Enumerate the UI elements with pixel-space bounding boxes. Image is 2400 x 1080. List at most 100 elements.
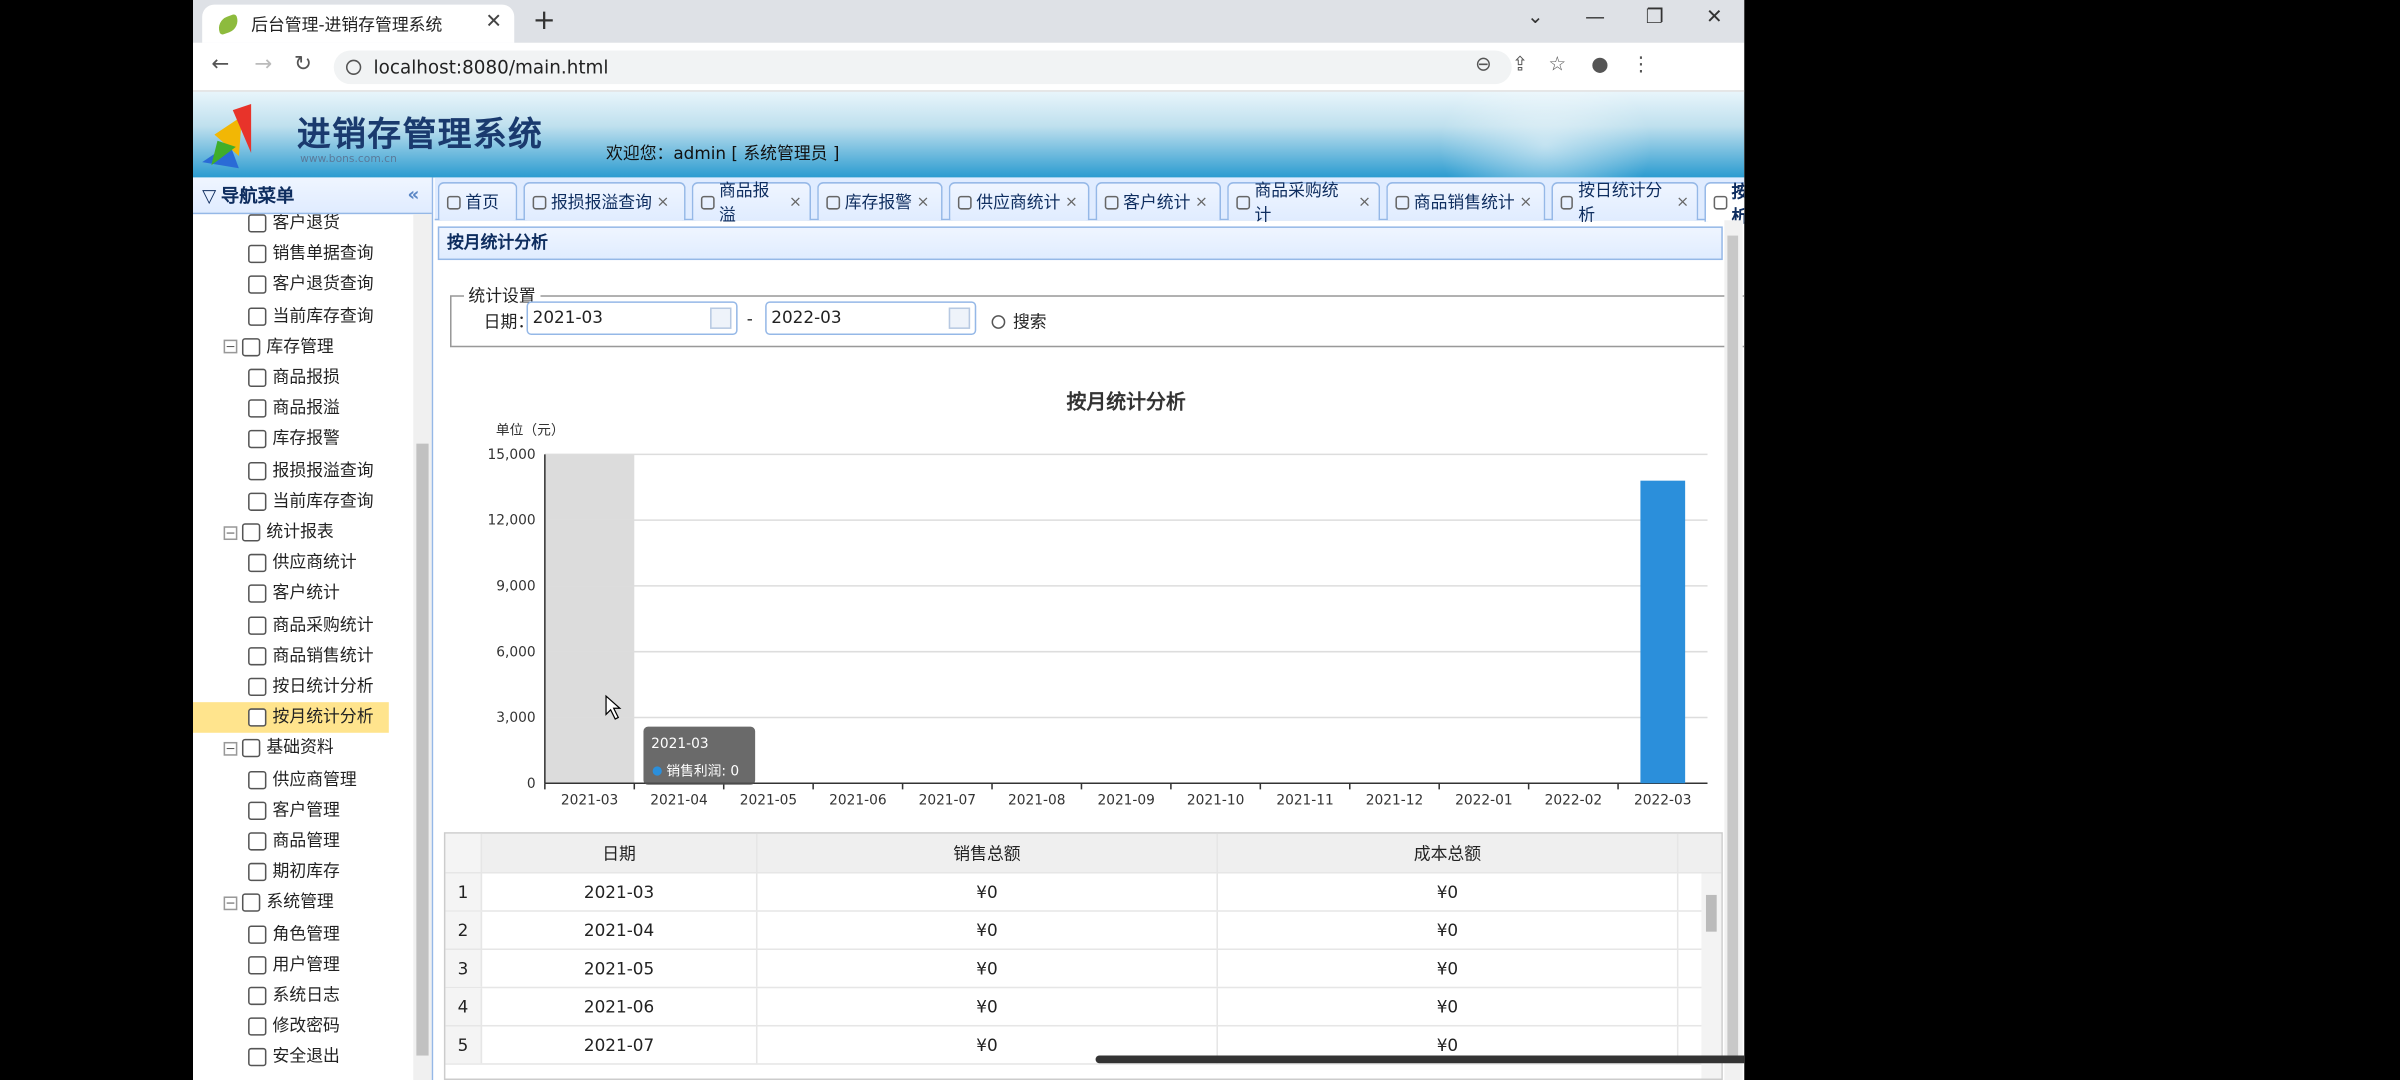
sidebar-item[interactable]: 库存报警 bbox=[193, 424, 340, 455]
sidebar-item-label: 客户统计 bbox=[272, 583, 340, 604]
tab-icon bbox=[1104, 195, 1119, 209]
date-from-input[interactable]: 2021-03 bbox=[526, 301, 738, 336]
close-tab-icon[interactable]: × bbox=[917, 194, 930, 211]
table-row[interactable]: 32021-05¥0¥0¥0 bbox=[445, 950, 1722, 989]
home-indicator bbox=[1095, 1055, 1745, 1064]
sidebar-item[interactable]: 系统日志 bbox=[193, 981, 340, 1012]
collapse-node-icon[interactable]: − bbox=[223, 525, 238, 540]
close-tab-icon[interactable]: × bbox=[1065, 194, 1078, 211]
sidebar-item[interactable]: 客户退货 bbox=[193, 214, 340, 238]
reload-icon[interactable]: ↻ bbox=[294, 52, 312, 76]
x-tick-label: 2022-03 bbox=[1634, 793, 1691, 809]
x-tick-label: 2021-11 bbox=[1276, 793, 1333, 809]
tab-6[interactable]: 商品采购统计 × bbox=[1227, 181, 1381, 225]
sidebar-scrollbar[interactable] bbox=[413, 214, 432, 1080]
date-cell: 2021-03 bbox=[482, 873, 758, 911]
menu-item-icon bbox=[248, 677, 267, 697]
chevron-down-icon[interactable]: ⌄ bbox=[1506, 0, 1566, 43]
sidebar-item[interactable]: 商品管理 bbox=[193, 826, 340, 857]
sidebar-item[interactable]: 商品采购统计 bbox=[193, 610, 374, 641]
sidebar-item[interactable]: 客户退货查询 bbox=[193, 270, 374, 301]
tab-0[interactable]: 首页 bbox=[437, 182, 518, 221]
sidebar-item[interactable]: 角色管理 bbox=[193, 919, 340, 950]
tab-8[interactable]: 按日统计分析 × bbox=[1551, 181, 1699, 225]
restore-icon[interactable]: ❐ bbox=[1625, 0, 1685, 43]
calendar-icon[interactable] bbox=[710, 307, 732, 329]
close-tab-icon[interactable]: × bbox=[1676, 194, 1689, 211]
menu-item-icon bbox=[248, 1048, 267, 1067]
sidebar-item[interactable]: − 系统管理 bbox=[223, 888, 334, 919]
address-bar[interactable]: localhost:8080/main.html bbox=[333, 50, 1512, 85]
close-tab-icon[interactable]: ✕ bbox=[485, 11, 502, 34]
profile-icon[interactable]: ● bbox=[1591, 54, 1608, 77]
sidebar-item[interactable]: 修改密码 bbox=[193, 1011, 340, 1042]
minimize-icon[interactable]: — bbox=[1565, 0, 1625, 43]
row-number: 2 bbox=[445, 911, 483, 949]
menu-dots-icon[interactable]: ⋮ bbox=[1631, 54, 1651, 77]
sidebar-item[interactable]: − 基础资料 bbox=[223, 733, 334, 764]
search-button[interactable]: 搜索 bbox=[991, 309, 1047, 333]
table-row[interactable]: 12021-03¥0¥0¥0 bbox=[445, 873, 1722, 912]
scrollbar-thumb[interactable] bbox=[1705, 894, 1717, 932]
new-tab-button[interactable]: + bbox=[533, 5, 556, 37]
browser-tab[interactable]: 后台管理-进销存管理系统 ✕ bbox=[202, 4, 515, 43]
tab-3[interactable]: 库存报警 × bbox=[817, 182, 943, 221]
sidebar-item[interactable]: 按月统计分析 bbox=[193, 702, 389, 734]
browser-tab-title: 后台管理-进销存管理系统 bbox=[251, 14, 443, 35]
sidebar-item-label: 系统日志 bbox=[272, 985, 340, 1006]
calendar-icon[interactable] bbox=[948, 307, 971, 329]
tab-1[interactable]: 报损报溢查询 × bbox=[523, 182, 686, 221]
collapse-node-icon[interactable]: − bbox=[223, 340, 238, 354]
close-tab-icon[interactable]: × bbox=[1358, 194, 1371, 211]
sidebar-item[interactable]: 用户管理 bbox=[193, 950, 340, 981]
sidebar-item[interactable]: − 库存管理 bbox=[223, 332, 334, 363]
x-tick-label: 2021-09 bbox=[1097, 793, 1154, 809]
sidebar-item[interactable]: 期初库存 bbox=[193, 857, 340, 888]
stats-table: 日期销售总额成本总额盈利总额12021-03¥0¥0¥022021-04¥0¥0… bbox=[443, 832, 1723, 1080]
table-header-row: 日期销售总额成本总额盈利总额 bbox=[445, 833, 1722, 874]
main-scrollbar[interactable] bbox=[1724, 220, 1743, 1080]
close-tab-icon[interactable]: × bbox=[657, 194, 670, 211]
sidebar-item[interactable]: 销售单据查询 bbox=[193, 239, 374, 270]
sidebar-item[interactable]: 客户管理 bbox=[193, 795, 340, 826]
sidebar-item[interactable]: 供应商统计 bbox=[193, 548, 357, 579]
collapse-node-icon[interactable]: − bbox=[223, 741, 238, 756]
close-window-icon[interactable]: ✕ bbox=[1685, 0, 1745, 43]
sidebar-item[interactable]: 按日统计分析 bbox=[193, 672, 374, 703]
date-to-input[interactable]: 2022-03 bbox=[765, 301, 977, 336]
x-tick-label: 2021-03 bbox=[561, 793, 618, 809]
tab-5[interactable]: 客户统计 × bbox=[1095, 182, 1222, 221]
sidebar-item[interactable]: 商品报溢 bbox=[193, 393, 340, 424]
table-row[interactable]: 42021-06¥0¥0¥0 bbox=[445, 988, 1722, 1027]
tab-9[interactable]: 按月统计分析× bbox=[1704, 181, 1745, 226]
sidebar-item-label: 安全退出 bbox=[272, 1046, 340, 1067]
sidebar-item[interactable]: 客户统计 bbox=[193, 579, 340, 610]
sidebar-item[interactable]: 商品报损 bbox=[193, 363, 340, 394]
row-number: 5 bbox=[445, 1026, 483, 1064]
sidebar-item[interactable]: − 统计报表 bbox=[223, 517, 334, 548]
share-icon[interactable]: ⇪ bbox=[1512, 54, 1529, 77]
window-controls: ⌄ — ❐ ✕ bbox=[1506, 0, 1745, 43]
sidebar-item[interactable]: 商品销售统计 bbox=[193, 641, 374, 672]
close-tab-icon[interactable]: × bbox=[789, 194, 802, 211]
sidebar-item[interactable]: 当前库存查询 bbox=[193, 301, 374, 332]
tab-2[interactable]: 商品报溢 × bbox=[691, 181, 812, 225]
sidebar-item[interactable]: 报损报溢查询 bbox=[193, 455, 374, 486]
collapse-node-icon[interactable]: − bbox=[223, 896, 238, 911]
date-to-value: 2022-03 bbox=[771, 307, 842, 328]
sidebar-item[interactable]: 安全退出 bbox=[193, 1042, 340, 1073]
table-row[interactable]: 22021-04¥0¥0¥0 bbox=[445, 911, 1722, 951]
tab-icon bbox=[1713, 195, 1727, 210]
close-tab-icon[interactable]: × bbox=[1195, 194, 1208, 211]
tab-4[interactable]: 供应商统计 × bbox=[948, 182, 1090, 221]
star-icon[interactable]: ☆ bbox=[1548, 54, 1566, 77]
close-tab-icon[interactable]: × bbox=[1519, 194, 1532, 211]
collapse-sidebar-button[interactable]: « bbox=[408, 184, 420, 205]
sidebar-item[interactable]: 供应商管理 bbox=[193, 764, 357, 795]
table-scrollbar[interactable] bbox=[1701, 873, 1722, 1079]
sidebar-item[interactable]: 当前库存查询 bbox=[193, 486, 374, 517]
zoom-icon[interactable]: ⊖ bbox=[1475, 54, 1492, 77]
tab-7[interactable]: 商品销售统计 × bbox=[1386, 182, 1546, 221]
forward-icon[interactable]: → bbox=[254, 52, 272, 76]
back-icon[interactable]: ← bbox=[211, 52, 229, 76]
